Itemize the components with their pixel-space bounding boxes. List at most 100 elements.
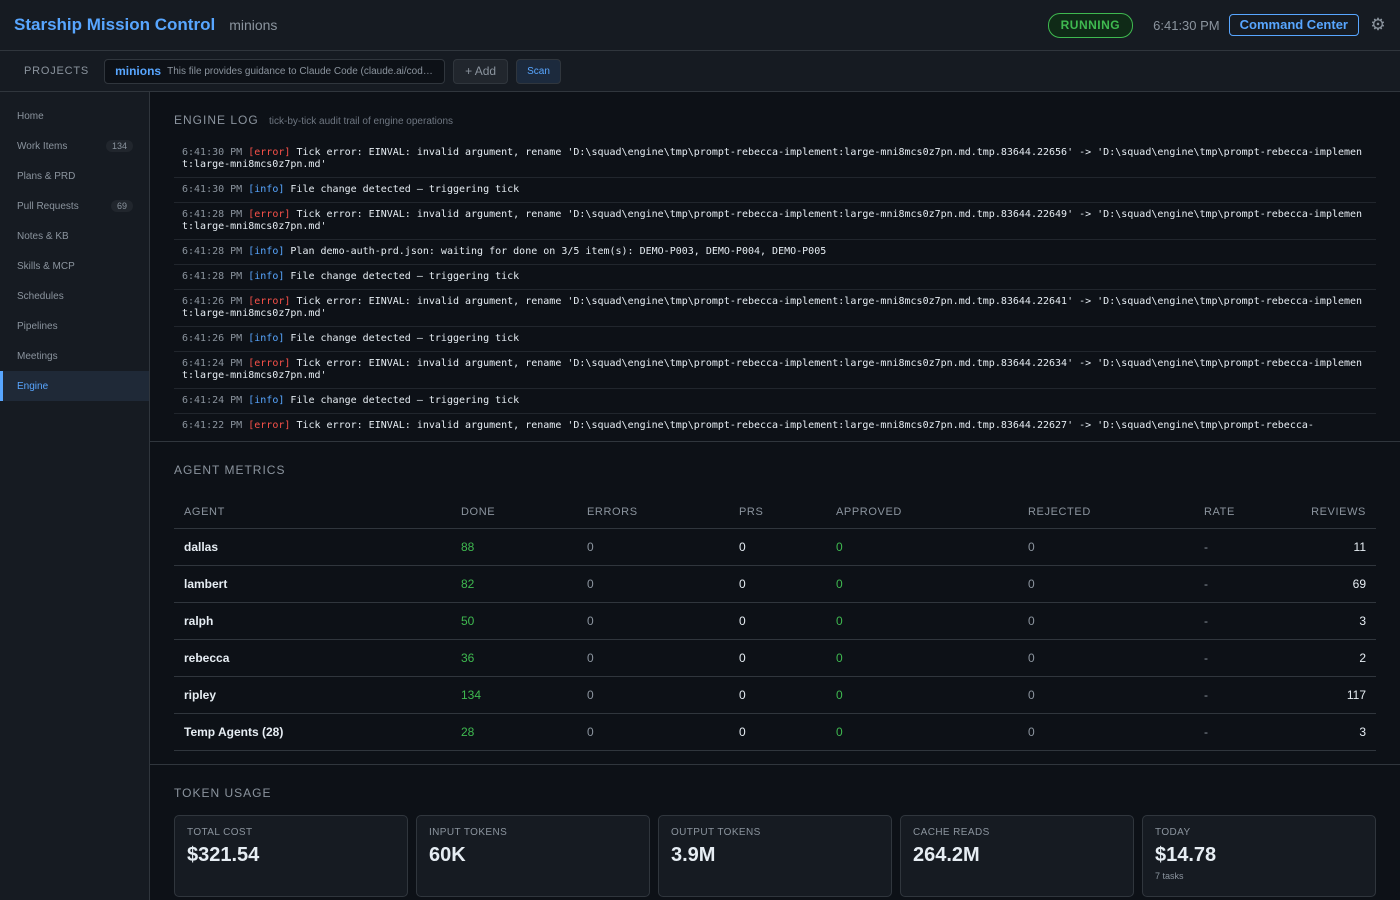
log-message: Tick error: EINVAL: invalid argument, re…: [182, 296, 1363, 319]
log-level: [error]: [248, 420, 291, 431]
main-content: ENGINE LOG tick-by-tick audit trail of e…: [150, 92, 1400, 900]
log-time: 6:41:28 PM: [182, 209, 243, 220]
prs-cell: 0: [729, 676, 826, 714]
card-label: CACHE READS: [913, 827, 990, 838]
projects-bar: PROJECTS minions This file provides guid…: [0, 51, 1400, 92]
done-cell: 36: [451, 639, 577, 677]
sidebar-item-work-items[interactable]: Work Items 134: [0, 131, 149, 161]
done-cell: 88: [451, 528, 577, 566]
log-level: [error]: [248, 209, 291, 220]
log-time: 6:41:30 PM: [182, 184, 243, 195]
sidebar-item-skills[interactable]: Skills & MCP: [0, 251, 149, 281]
engine-log-hint: tick-by-tick audit trail of engine opera…: [269, 116, 454, 127]
log-entry: 6:41:26 PM [info] File change detected —…: [174, 327, 1376, 352]
log-level: [info]: [248, 246, 285, 257]
agent-metrics-section: AGENT METRICS AGENT DONE ERRORS PRS APPR…: [150, 442, 1400, 765]
table-header-row: AGENT DONE ERRORS PRS APPROVED REJECTED …: [174, 497, 1376, 529]
sidebar-item-engine[interactable]: Engine: [0, 371, 149, 401]
log-level: [error]: [248, 147, 291, 158]
sidebar-item-label: Pull Requests: [17, 200, 79, 212]
log-level: [error]: [248, 296, 291, 307]
sidebar-item-plans[interactable]: Plans & PRD: [0, 161, 149, 191]
table-row: rebecca 36 0 0 0 0 - 2: [174, 639, 1376, 677]
reviews-cell: 3: [1294, 602, 1376, 640]
reviews-cell: 69: [1294, 565, 1376, 603]
project-name: minions: [115, 64, 162, 78]
sidebar-item-home[interactable]: Home: [0, 101, 149, 131]
prs-cell: 0: [729, 528, 826, 566]
errors-cell: 0: [577, 602, 729, 640]
reviews-cell: 3: [1294, 713, 1376, 751]
sidebar-item-pull-requests[interactable]: Pull Requests 69: [0, 191, 149, 221]
log-entry: 6:41:24 PM [error] Tick error: EINVAL: i…: [174, 352, 1376, 389]
log-time: 6:41:24 PM: [182, 395, 243, 406]
project-description: This file provides guidance to Claude Co…: [167, 65, 434, 77]
approved-cell: 0: [826, 602, 1018, 640]
sidebar-item-meetings[interactable]: Meetings: [0, 341, 149, 371]
reviews-cell: 2: [1294, 639, 1376, 677]
agent-name: dallas: [174, 528, 451, 566]
sidebar-item-notes[interactable]: Notes & KB: [0, 221, 149, 251]
sidebar-item-label: Engine: [17, 380, 49, 392]
column-header: PRS: [729, 497, 826, 529]
engine-log-title: ENGINE LOG: [174, 113, 259, 127]
sidebar-item-pipelines[interactable]: Pipelines: [0, 311, 149, 341]
card-value: 3.9M: [671, 844, 716, 866]
count-badge: 134: [105, 140, 133, 152]
rejected-cell: 0: [1018, 602, 1194, 640]
prs-cell: 0: [729, 713, 826, 751]
agent-metrics-table: AGENT DONE ERRORS PRS APPROVED REJECTED …: [174, 497, 1376, 751]
log-message: Tick error: EINVAL: invalid argument, re…: [182, 358, 1363, 381]
header-right: RUNNING 6:41:30 PM Command Center ⚙: [1047, 12, 1386, 38]
log-time: 6:41:26 PM: [182, 333, 243, 344]
sidebar-item-schedules[interactable]: Schedules: [0, 281, 149, 311]
approved-cell: 0: [826, 639, 1018, 677]
gear-icon[interactable]: ⚙: [1370, 15, 1386, 35]
errors-cell: 0: [577, 565, 729, 603]
log-entry: 6:41:30 PM [info] File change detected —…: [174, 178, 1376, 203]
table-row: ralph 50 0 0 0 0 - 3: [174, 602, 1376, 640]
scan-button[interactable]: Scan: [516, 58, 561, 84]
done-cell: 82: [451, 565, 577, 603]
log-level: [info]: [248, 333, 285, 344]
table-row: ripley 134 0 0 0 0 - 117: [174, 676, 1376, 714]
card-label: TODAY: [1155, 827, 1191, 838]
engine-log-list[interactable]: 6:41:30 PM [error] Tick error: EINVAL: i…: [174, 141, 1376, 432]
rate-cell: -: [1194, 639, 1294, 677]
log-message: File change detected — triggering tick: [290, 184, 520, 195]
log-level: [info]: [248, 184, 285, 195]
column-header: DONE: [451, 497, 577, 529]
rate-cell: -: [1194, 528, 1294, 566]
log-message: Tick error: EINVAL: invalid argument, re…: [182, 209, 1363, 232]
add-project-button[interactable]: + Add: [453, 58, 509, 84]
output-tokens-card: OUTPUT TOKENS 3.9M: [658, 815, 892, 897]
log-message: File change detected — triggering tick: [290, 333, 520, 344]
reviews-cell: 117: [1294, 676, 1376, 714]
engine-log-section: ENGINE LOG tick-by-tick audit trail of e…: [150, 92, 1400, 442]
command-center-button[interactable]: Command Center: [1228, 14, 1359, 36]
rejected-cell: 0: [1018, 676, 1194, 714]
log-time: 6:41:24 PM: [182, 358, 243, 369]
sidebar-item-label: Skills & MCP: [17, 260, 75, 272]
log-time: 6:41:26 PM: [182, 296, 243, 307]
cache-reads-card: CACHE READS 264.2M: [900, 815, 1134, 897]
sidebar-item-label: Pipelines: [17, 320, 58, 332]
log-entry: 6:41:28 PM [error] Tick error: EINVAL: i…: [174, 203, 1376, 240]
rate-cell: -: [1194, 713, 1294, 751]
log-message: File change detected — triggering tick: [290, 271, 520, 282]
card-value: $14.78: [1155, 844, 1217, 866]
sidebar-item-label: Meetings: [17, 350, 58, 362]
log-entry: 6:41:28 PM [info] Plan demo-auth-prd.jso…: [174, 240, 1376, 265]
column-header: AGENT: [174, 497, 451, 529]
errors-cell: 0: [577, 713, 729, 751]
project-chip[interactable]: minions This file provides guidance to C…: [104, 58, 446, 84]
total-cost-card: TOTAL COST $321.54: [174, 815, 408, 897]
log-time: 6:41:22 PM: [182, 420, 243, 431]
log-level: [info]: [248, 395, 285, 406]
sidebar: Home Work Items 134 Plans & PRD Pull Req…: [0, 92, 150, 900]
table-row: Temp Agents (28) 28 0 0 0 0 - 3: [174, 713, 1376, 751]
sidebar-item-label: Notes & KB: [17, 230, 69, 242]
log-message: File change detected — triggering tick: [290, 395, 520, 406]
done-cell: 50: [451, 602, 577, 640]
token-cards: TOTAL COST $321.54 INPUT TOKENS 60K OUTP…: [174, 815, 1376, 897]
